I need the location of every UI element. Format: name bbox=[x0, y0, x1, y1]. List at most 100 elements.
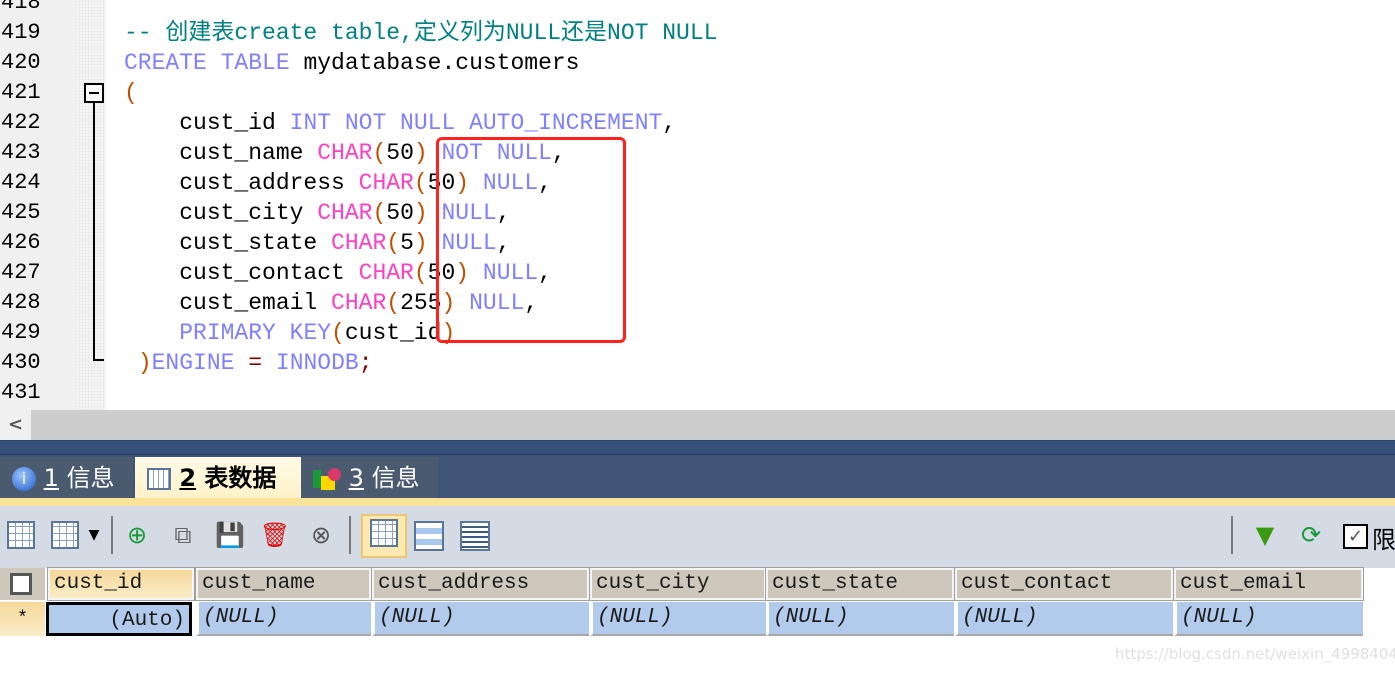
code-line[interactable]: PRIMARY KEY(cust_id) bbox=[124, 318, 455, 348]
text-view-icon bbox=[460, 521, 490, 551]
trash-icon: 🗑 bbox=[259, 521, 291, 549]
grid-view-icon bbox=[370, 519, 398, 547]
filter-button[interactable]: ▼ bbox=[1248, 518, 1282, 552]
new-row-marker: * bbox=[0, 602, 45, 636]
limit-rows-label: 限 bbox=[1372, 526, 1395, 554]
identifier-token: 50 bbox=[386, 140, 414, 166]
comment-token: -- 创建表create table,定义列为NULL还是NOT NULL bbox=[124, 20, 718, 46]
column-header-cust-name[interactable]: cust_name bbox=[195, 567, 372, 601]
column-header-cust-city[interactable]: cust_city bbox=[589, 567, 767, 601]
type-token: CHAR bbox=[358, 260, 414, 286]
toolbar-separator bbox=[349, 516, 351, 554]
identifier-token: cust_id bbox=[344, 320, 442, 346]
line-number: 419 bbox=[1, 20, 41, 45]
tab-label: 表数据 bbox=[204, 464, 277, 492]
collapse-fold-icon[interactable] bbox=[84, 83, 104, 103]
horizontal-scrollbar[interactable]: < bbox=[0, 410, 1395, 440]
keyword-token: INT NOT NULL AUTO_INCREMENT bbox=[289, 110, 663, 136]
code-line[interactable]: ( bbox=[124, 78, 138, 108]
tab-number: 2 bbox=[179, 464, 197, 492]
grid-cell-cust-state[interactable]: (NULL) bbox=[766, 602, 954, 636]
punctuation-token: ( bbox=[386, 230, 401, 256]
line-number: 425 bbox=[1, 200, 41, 225]
keyword-token: PRIMARY KEY bbox=[179, 320, 332, 346]
type-token: CHAR bbox=[317, 140, 373, 166]
grid-view-button[interactable] bbox=[361, 514, 407, 558]
punctuation-token: ( bbox=[386, 290, 401, 316]
column-header-cust-contact[interactable]: cust_contact bbox=[954, 567, 1174, 601]
duplicate-icon: ⧉ bbox=[174, 521, 192, 549]
punctuation-token: ( bbox=[372, 140, 387, 166]
line-number: 424 bbox=[1, 170, 41, 195]
tab-info-3[interactable]: 3 信息 bbox=[301, 457, 438, 499]
keyword-token: INNODB bbox=[275, 350, 359, 376]
type-token: CHAR bbox=[317, 200, 373, 226]
select-all-checkbox[interactable] bbox=[0, 568, 45, 600]
line-number: 422 bbox=[1, 110, 41, 135]
save-button[interactable]: 💾 bbox=[213, 518, 247, 552]
keyword-token: CREATE TABLE bbox=[124, 50, 290, 76]
identifier-token: cust_name bbox=[124, 140, 318, 166]
text-view-button[interactable] bbox=[458, 518, 492, 552]
punctuation-token: ) bbox=[413, 200, 428, 226]
line-number: 429 bbox=[1, 320, 41, 345]
sql-editor[interactable]: 418 419 -- 创建表create table,定义列为NULL还是NOT N… bbox=[0, 0, 1395, 410]
save-icon: 💾 bbox=[215, 521, 245, 549]
identifier-token bbox=[124, 320, 179, 346]
grid-cell-cust-name[interactable]: (NULL) bbox=[196, 602, 371, 636]
code-line[interactable]: CREATE TABLE mydatabase.customers bbox=[124, 48, 580, 78]
identifier-token: cust_city bbox=[124, 200, 318, 226]
punctuation-token: ) bbox=[137, 350, 152, 376]
identifier-token: , bbox=[662, 110, 677, 136]
column-header-cust-email[interactable]: cust_email bbox=[1173, 567, 1364, 601]
line-number: 418 bbox=[1, 0, 41, 15]
add-row-button[interactable]: ⊕ bbox=[120, 518, 154, 552]
tab-info-1[interactable]: i 1 信息 bbox=[0, 457, 133, 499]
refresh-icon: ⟳ bbox=[1300, 521, 1322, 549]
filter-icon: ▼ bbox=[1255, 521, 1275, 549]
operator-token: ; bbox=[358, 350, 373, 376]
grid-cell-cust-contact[interactable]: (NULL) bbox=[955, 602, 1173, 636]
identifier-token: cust_state bbox=[124, 230, 332, 256]
column-header-cust-id[interactable]: cust_id bbox=[47, 567, 195, 601]
grid-cell-cust-city[interactable]: (NULL) bbox=[590, 602, 766, 636]
info-icon: i bbox=[12, 467, 36, 491]
refresh-button[interactable]: ⟳ bbox=[1294, 518, 1328, 552]
grid-cell-cust-email[interactable]: (NULL) bbox=[1174, 602, 1363, 636]
line-number: 421 bbox=[1, 80, 41, 105]
export-rows-button[interactable] bbox=[48, 518, 82, 552]
delete-row-button[interactable]: 🗑 bbox=[258, 518, 292, 552]
watermark: https://blog.csdn.net/weixin_49984044 bbox=[1115, 645, 1395, 663]
column-header-cust-state[interactable]: cust_state bbox=[765, 567, 955, 601]
punctuation-token: ( bbox=[413, 170, 428, 196]
import-rows-button[interactable] bbox=[4, 518, 38, 552]
limit-rows-checkbox[interactable]: ✓ bbox=[1343, 524, 1368, 549]
identifier-token: cust_address bbox=[124, 170, 359, 196]
column-header-cust-address[interactable]: cust_address bbox=[371, 567, 590, 601]
line-number: 431 bbox=[1, 380, 41, 405]
cancel-changes-button[interactable]: ⊗ bbox=[304, 518, 338, 552]
result-tab-bar: i 1 信息 2 表数据 3 信息 bbox=[0, 440, 1395, 500]
tab-table-data[interactable]: 2 表数据 bbox=[135, 457, 301, 499]
punctuation-token: ) bbox=[413, 230, 428, 256]
line-number: 427 bbox=[1, 260, 41, 285]
punctuation-token: ( bbox=[413, 260, 428, 286]
identifier-token: 50 bbox=[386, 200, 414, 226]
type-token: CHAR bbox=[358, 170, 414, 196]
tab-number: 3 bbox=[348, 464, 364, 492]
chevron-down-icon: ▼ bbox=[88, 527, 100, 543]
code-line[interactable]: )ENGINE = INNODB; bbox=[124, 348, 373, 378]
scroll-left-button[interactable]: < bbox=[0, 410, 31, 440]
grid-cell-cust-address[interactable]: (NULL) bbox=[372, 602, 589, 636]
duplicate-row-button[interactable]: ⧉ bbox=[166, 518, 200, 552]
code-line[interactable]: -- 创建表create table,定义列为NULL还是NOT NULL bbox=[124, 18, 717, 48]
export-dropdown-button[interactable]: ▼ bbox=[84, 518, 104, 552]
add-row-icon: ⊕ bbox=[126, 521, 148, 549]
shapes-icon bbox=[313, 468, 341, 490]
shape-pink bbox=[328, 468, 341, 481]
grid-cell-cust-id[interactable]: (Auto) bbox=[46, 602, 192, 636]
code-line[interactable]: cust_id INT NOT NULL AUTO_INCREMENT, bbox=[124, 108, 676, 138]
identifier-token: 5 bbox=[400, 230, 414, 256]
form-view-button[interactable] bbox=[412, 518, 446, 552]
toolbar-separator bbox=[111, 516, 113, 554]
